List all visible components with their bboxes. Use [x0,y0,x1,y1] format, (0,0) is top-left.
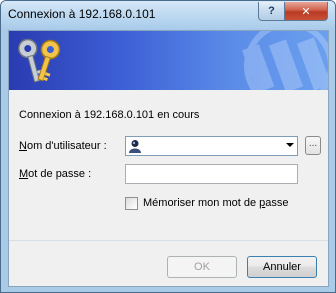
title-bar[interactable]: Connexion à 192.168.0.101 ? ✕ [1,1,335,30]
password-label-accesskey: M [19,168,29,180]
password-field[interactable] [125,164,298,184]
remember-password-checkbox[interactable] [125,197,138,210]
close-icon: ✕ [301,5,311,18]
chevron-down-icon[interactable] [286,143,294,147]
keys-icon [18,38,61,83]
browse-users-button[interactable]: ... [305,136,321,155]
separator [9,240,328,241]
password-label-text: ot de passe : [28,168,92,180]
ok-button[interactable]: OK [167,256,237,278]
login-dialog: Connexion à 192.168.0.101 ? ✕ Connexion … [0,0,336,293]
username-label: Nom d'utilisateur : [19,140,107,152]
status-text: Connexion à 192.168.0.101 en cours [19,109,200,121]
close-button[interactable]: ✕ [284,2,328,21]
dialog-body: Connexion à 192.168.0.101 en cours Nom d… [8,30,329,287]
username-combobox[interactable] [125,136,298,156]
banner [9,31,328,90]
password-label: Mot de passe : [19,168,91,180]
remember-label-after: asse [265,197,289,209]
username-label-text: om d'utilisateur : [26,140,107,152]
window-title: Connexion à 192.168.0.101 [8,7,156,21]
user-icon [129,140,141,153]
remember-password-label[interactable]: Mémoriser mon mot de passe [143,197,289,209]
help-button[interactable]: ? [258,2,285,21]
banner-decoration [242,31,328,90]
username-label-accesskey: N [19,140,27,152]
remember-label-before: Mémoriser mon mot de [143,197,260,209]
help-icon: ? [268,5,275,17]
cancel-button[interactable]: Annuler [247,256,317,278]
